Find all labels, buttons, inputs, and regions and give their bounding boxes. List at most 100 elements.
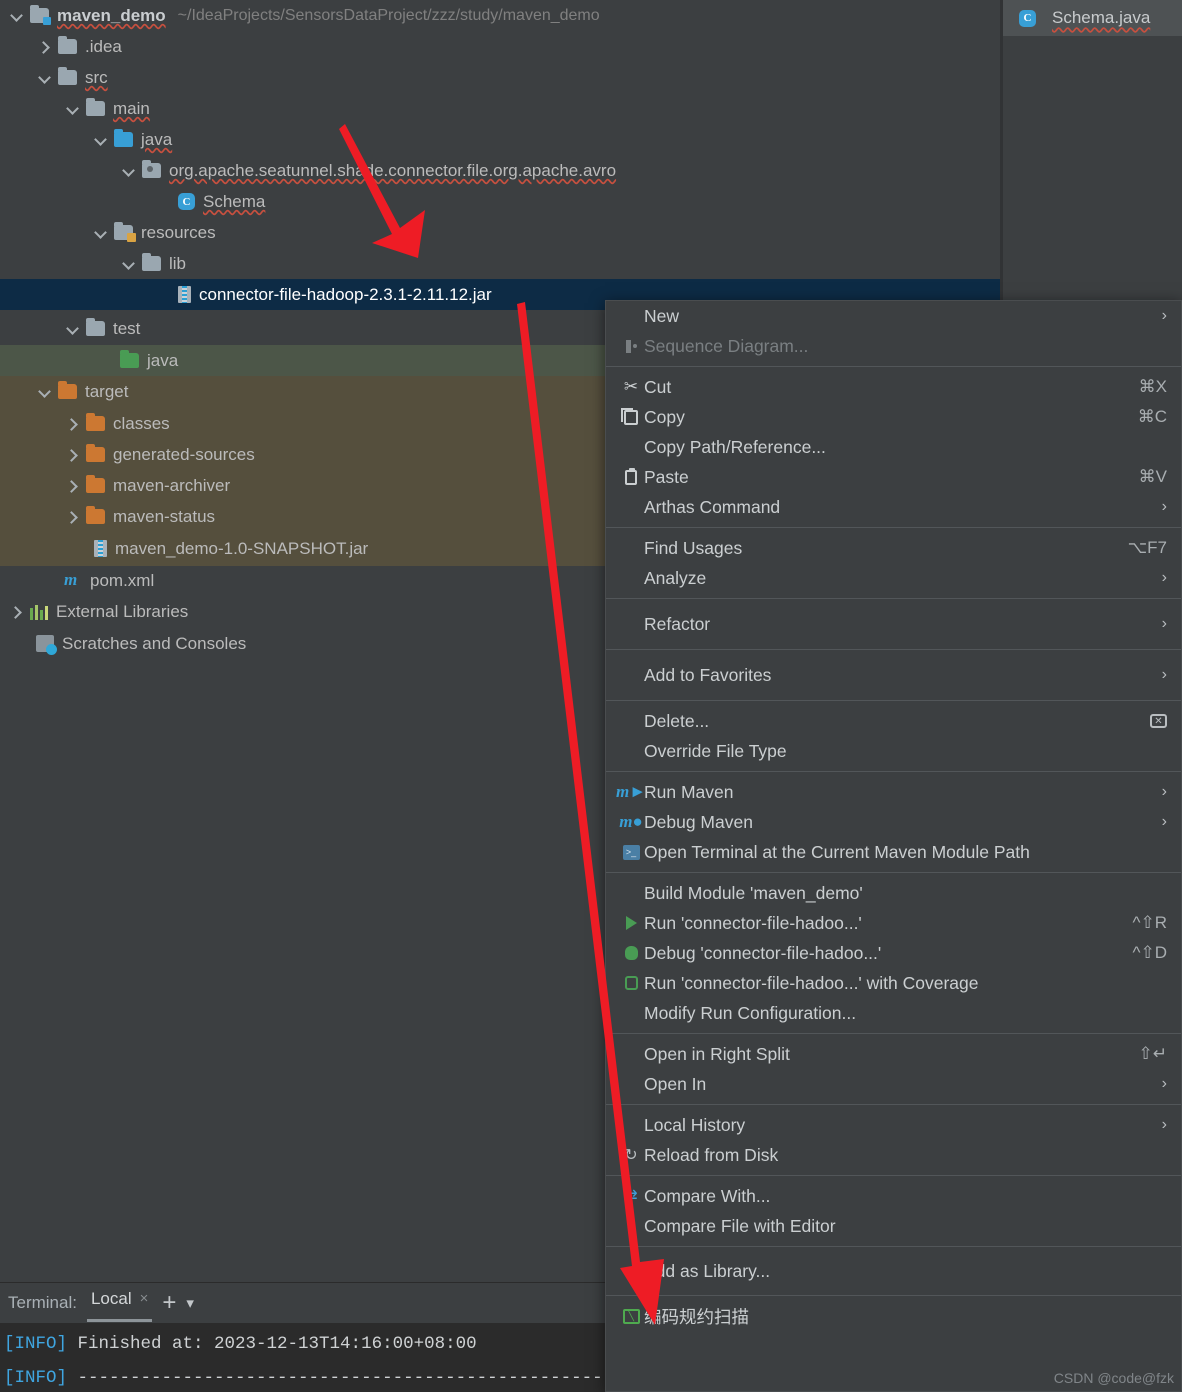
tree-row-label: generated-sources bbox=[113, 444, 255, 464]
chevron-right-icon[interactable] bbox=[8, 604, 24, 620]
menu-item-debug-maven[interactable]: m● Debug Maven › bbox=[606, 807, 1181, 837]
chevron-right-icon[interactable] bbox=[64, 478, 80, 494]
chevron-right-icon[interactable] bbox=[36, 39, 52, 55]
menu-item-run-connector-with-coverage[interactable]: Run 'connector-file-hadoo...' with Cover… bbox=[606, 968, 1181, 998]
jar-icon bbox=[94, 540, 107, 557]
menu-separator bbox=[606, 1295, 1181, 1296]
chevron-down-icon[interactable] bbox=[36, 70, 52, 86]
maven-debug-icon: m● bbox=[619, 812, 643, 831]
tree-row-main[interactable]: main bbox=[0, 93, 1000, 124]
menu-item-label: Build Module 'maven_demo' bbox=[644, 882, 863, 903]
excluded-folder-icon bbox=[86, 413, 105, 431]
menu-item-accelerator: ⇧↵ bbox=[1138, 1044, 1168, 1063]
submenu-arrow-icon: › bbox=[1161, 1116, 1167, 1133]
menu-item-label: Add to Favorites bbox=[644, 664, 772, 685]
editor-tab-schema[interactable]: C Schema.java bbox=[1003, 0, 1182, 36]
tree-row-label: test bbox=[113, 318, 141, 338]
close-icon[interactable]: × bbox=[140, 1290, 149, 1307]
tree-row-src[interactable]: src bbox=[0, 62, 1000, 93]
tree-row-main-java[interactable]: java bbox=[0, 124, 1000, 155]
menu-item-delete[interactable]: Delete... ✕ bbox=[606, 706, 1181, 736]
menu-item-refactor[interactable]: Refactor › bbox=[606, 604, 1181, 644]
package-icon bbox=[142, 160, 161, 178]
submenu-arrow-icon: › bbox=[1161, 615, 1167, 632]
chevron-down-icon[interactable] bbox=[120, 163, 136, 179]
tree-row-idea[interactable]: .idea bbox=[0, 31, 1000, 62]
tree-row-label: org.apache.seatunnel.shade.connector.fil… bbox=[169, 160, 617, 180]
copy-icon bbox=[621, 407, 638, 425]
chevron-down-icon[interactable] bbox=[92, 225, 108, 241]
chevron-down-icon[interactable] bbox=[36, 384, 52, 400]
menu-item-open-in[interactable]: Open In › bbox=[606, 1069, 1181, 1099]
chevron-down-icon[interactable] bbox=[64, 101, 80, 117]
code-scan-icon: ╲ bbox=[622, 1308, 640, 1324]
menu-item-open-in-right-split[interactable]: Open in Right Split ⇧↵ bbox=[606, 1039, 1181, 1069]
module-folder-icon bbox=[30, 5, 51, 25]
menu-item-sequence-diagram: Sequence Diagram... bbox=[606, 331, 1181, 361]
java-class-icon: C bbox=[1019, 9, 1036, 27]
maven-run-icon: m► bbox=[615, 782, 647, 801]
terminal-title: Terminal: bbox=[8, 1293, 77, 1312]
menu-separator bbox=[606, 649, 1181, 650]
compare-icon: ⇄ bbox=[624, 1188, 638, 1205]
menu-item-code-convention-scan[interactable]: ╲ 编码规约扫描 bbox=[606, 1301, 1181, 1331]
menu-item-open-terminal-maven-path[interactable]: >_ Open Terminal at the Current Maven Mo… bbox=[606, 837, 1181, 867]
menu-item-label: Open In bbox=[644, 1073, 707, 1094]
menu-item-label: Sequence Diagram... bbox=[644, 335, 809, 356]
context-menu: New › Sequence Diagram... ✂ Cut ⌘X Copy … bbox=[605, 300, 1182, 1392]
chevron-down-icon[interactable] bbox=[8, 8, 24, 24]
menu-item-reload-from-disk[interactable]: ↻ Reload from Disk bbox=[606, 1140, 1181, 1170]
menu-item-label: 编码规约扫描 bbox=[644, 1306, 749, 1327]
menu-separator bbox=[606, 1033, 1181, 1034]
tree-row-label: maven-archiver bbox=[113, 475, 231, 495]
menu-item-copy-path-reference[interactable]: Copy Path/Reference... bbox=[606, 432, 1181, 462]
menu-item-compare-file-with-editor[interactable]: Compare File with Editor bbox=[606, 1211, 1181, 1241]
menu-item-run-connector[interactable]: Run 'connector-file-hadoo...' ^⇧R bbox=[606, 908, 1181, 938]
add-terminal-icon[interactable]: + bbox=[162, 1291, 176, 1315]
menu-item-label: Compare File with Editor bbox=[644, 1215, 836, 1236]
menu-item-label: Refactor bbox=[644, 613, 711, 634]
menu-item-label: Open Terminal at the Current Maven Modul… bbox=[644, 841, 1030, 862]
editor-tab-label: Schema.java bbox=[1052, 8, 1151, 27]
chevron-down-icon[interactable]: ▾ bbox=[186, 1294, 194, 1312]
chevron-down-icon[interactable] bbox=[92, 132, 108, 148]
menu-item-build-module[interactable]: Build Module 'maven_demo' bbox=[606, 878, 1181, 908]
menu-item-label: Compare With... bbox=[644, 1185, 771, 1206]
menu-item-local-history[interactable]: Local History › bbox=[606, 1110, 1181, 1140]
chevron-right-icon[interactable] bbox=[64, 509, 80, 525]
menu-item-compare-with[interactable]: ⇄ Compare With... bbox=[606, 1181, 1181, 1211]
menu-separator bbox=[606, 527, 1181, 528]
chevron-down-icon[interactable] bbox=[120, 256, 136, 272]
tree-row-package[interactable]: org.apache.seatunnel.shade.connector.fil… bbox=[0, 155, 1000, 186]
menu-item-add-to-favorites[interactable]: Add to Favorites › bbox=[606, 655, 1181, 695]
menu-item-copy[interactable]: Copy ⌘C bbox=[606, 402, 1181, 432]
tree-row-label: maven-status bbox=[113, 506, 216, 526]
chevron-down-icon[interactable] bbox=[64, 321, 80, 337]
menu-item-cut[interactable]: ✂ Cut ⌘X bbox=[606, 372, 1181, 402]
menu-item-run-maven[interactable]: m► Run Maven › bbox=[606, 777, 1181, 807]
menu-item-new[interactable]: New › bbox=[606, 301, 1181, 331]
test-source-folder-icon bbox=[120, 350, 139, 368]
chevron-right-icon[interactable] bbox=[64, 447, 80, 463]
menu-item-accelerator: ^⇧R bbox=[1132, 913, 1168, 932]
menu-item-override-file-type[interactable]: Override File Type bbox=[606, 736, 1181, 766]
log-level-tag: [INFO] bbox=[4, 1334, 68, 1354]
chevron-right-icon[interactable] bbox=[64, 416, 80, 432]
menu-item-find-usages[interactable]: Find Usages ⌥F7 bbox=[606, 533, 1181, 563]
menu-item-modify-run-configuration[interactable]: Modify Run Configuration... bbox=[606, 998, 1181, 1028]
tree-row-maven-demo[interactable]: maven_demo ~/IdeaProjects/SensorsDataPro… bbox=[0, 0, 1000, 31]
menu-item-analyze[interactable]: Analyze › bbox=[606, 563, 1181, 593]
menu-item-label: New bbox=[644, 305, 680, 326]
tree-row-resources[interactable]: resources bbox=[0, 217, 1000, 248]
external-libraries-icon bbox=[30, 604, 48, 620]
terminal-tab-local[interactable]: Local × bbox=[86, 1285, 153, 1322]
tree-row-schema[interactable]: C Schema bbox=[0, 186, 1000, 217]
menu-item-arthas-command[interactable]: Arthas Command › bbox=[606, 492, 1181, 522]
menu-item-paste[interactable]: Paste ⌘V bbox=[606, 462, 1181, 492]
menu-item-debug-connector[interactable]: Debug 'connector-file-hadoo...' ^⇧D bbox=[606, 938, 1181, 968]
submenu-arrow-icon: › bbox=[1161, 666, 1167, 683]
menu-item-add-as-library[interactable]: Add as Library... bbox=[606, 1252, 1181, 1290]
tree-row-lib[interactable]: lib bbox=[0, 248, 1000, 279]
tree-row-label: Scratches and Consoles bbox=[62, 633, 247, 653]
folder-icon bbox=[58, 67, 77, 85]
